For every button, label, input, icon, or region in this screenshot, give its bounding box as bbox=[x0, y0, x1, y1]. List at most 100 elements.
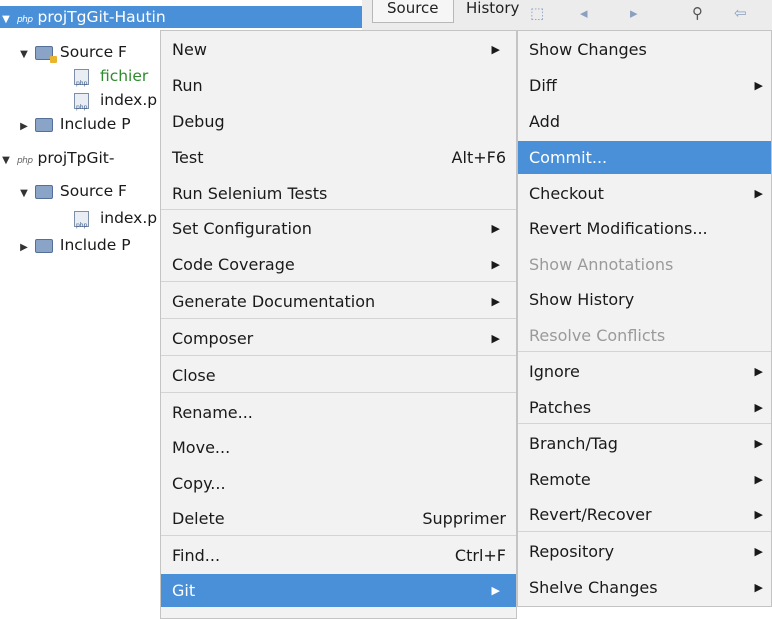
file-label: fichier bbox=[99, 67, 149, 85]
menu-item-delete[interactable]: Delete Supprimer bbox=[161, 502, 516, 535]
submenu-arrow-icon: ▶ bbox=[491, 295, 500, 308]
back-icon[interactable]: ◂ bbox=[580, 4, 588, 22]
menu-item-repository[interactable]: Repository ▶ bbox=[518, 535, 771, 568]
menu-item-label: Branch/Tag bbox=[529, 434, 618, 453]
menu-separator bbox=[518, 531, 771, 532]
source-tab-button[interactable]: Source bbox=[372, 0, 454, 23]
menu-item-label: Copy... bbox=[172, 474, 226, 493]
tree-source-files-2[interactable]: ▼ Source F bbox=[18, 180, 127, 202]
submenu-arrow-icon: ▶ bbox=[754, 473, 763, 486]
menu-item-resolve-conflicts: Resolve Conflicts bbox=[518, 319, 771, 352]
menu-separator bbox=[161, 355, 516, 356]
menu-item-label: Generate Documentation bbox=[172, 292, 376, 311]
search-icon[interactable]: ⚲ bbox=[692, 4, 703, 22]
source-folder-icon bbox=[34, 184, 53, 199]
source-folder-icon bbox=[34, 45, 57, 63]
menu-item-set-configuration[interactable]: Set Configuration ▶ bbox=[161, 212, 516, 245]
expand-arrow-icon[interactable]: ▼ bbox=[0, 9, 12, 31]
history-tab-button[interactable]: History bbox=[452, 0, 533, 22]
submenu-arrow-icon: ▶ bbox=[491, 332, 500, 345]
submenu-arrow-icon: ▶ bbox=[754, 401, 763, 414]
menu-item-label: Ignore bbox=[529, 362, 580, 381]
expand-arrow-icon[interactable]: ▼ bbox=[0, 150, 12, 172]
tree-project-1[interactable]: ▼ php projTgGit-Hautin bbox=[0, 6, 362, 28]
submenu-arrow-icon: ▶ bbox=[754, 79, 763, 92]
menu-item-debug[interactable]: Debug bbox=[161, 105, 516, 138]
menu-item-run[interactable]: Run bbox=[161, 69, 516, 102]
menu-item-commit[interactable]: Commit... bbox=[518, 141, 771, 174]
submenu-arrow-icon: ▶ bbox=[754, 581, 763, 594]
submenu-arrow-icon: ▶ bbox=[754, 187, 763, 200]
menu-separator bbox=[161, 392, 516, 393]
menu-item-label: Remote bbox=[529, 470, 591, 489]
menu-item-revert-modifications[interactable]: Revert Modifications... bbox=[518, 212, 771, 245]
include-path-label: Include P bbox=[59, 236, 131, 254]
git-submenu: Show Changes Diff ▶ Add Commit... Checkou… bbox=[517, 30, 772, 607]
tree-include-path-2[interactable]: ▶ Include P bbox=[18, 234, 131, 259]
menu-separator bbox=[161, 535, 516, 536]
menu-item-label: Diff bbox=[529, 76, 557, 95]
menu-item-diff[interactable]: Diff ▶ bbox=[518, 69, 771, 102]
project-1-label: projTgGit-Hautin bbox=[37, 8, 166, 26]
menu-item-label: Show History bbox=[529, 290, 635, 309]
menu-item-run-selenium[interactable]: Run Selenium Tests bbox=[161, 177, 516, 210]
menu-item-label: Show Changes bbox=[529, 40, 647, 59]
menu-item-label: Composer bbox=[172, 329, 254, 348]
php-file-icon bbox=[74, 210, 89, 237]
menu-item-add[interactable]: Add bbox=[518, 105, 771, 138]
source-files-label: Source F bbox=[59, 43, 127, 61]
php-project-icon: php bbox=[16, 156, 33, 166]
menu-item-label: Git bbox=[172, 581, 196, 600]
menu-item-move[interactable]: Move... bbox=[161, 431, 516, 464]
tree-file-index-2[interactable]: index.p bbox=[74, 207, 157, 237]
menu-separator bbox=[161, 209, 516, 210]
menu-item-label: Code Coverage bbox=[172, 255, 295, 274]
tree-file-index[interactable]: index.p bbox=[74, 89, 157, 119]
menu-item-code-coverage[interactable]: Code Coverage ▶ bbox=[161, 248, 516, 281]
tree-project-2[interactable]: ▼ php projTpGit- bbox=[0, 147, 114, 169]
menu-item-label: Find... bbox=[172, 546, 221, 565]
menu-item-generate-documentation[interactable]: Generate Documentation ▶ bbox=[161, 285, 516, 318]
menu-item-git[interactable]: Git ▶ bbox=[161, 574, 516, 607]
menu-item-label: Test bbox=[172, 148, 204, 167]
menu-item-close[interactable]: Close bbox=[161, 359, 516, 392]
context-menu: New ▶ Run Debug Test Alt+F6 Run Selenium T… bbox=[160, 30, 517, 619]
menu-item-label: Checkout bbox=[529, 184, 604, 203]
menu-item-label: Patches bbox=[529, 398, 592, 417]
expand-arrow-icon[interactable]: ▼ bbox=[18, 183, 30, 205]
menu-item-shelve-changes[interactable]: Shelve Changes ▶ bbox=[518, 571, 771, 604]
menu-item-find[interactable]: Find... Ctrl+F bbox=[161, 539, 516, 572]
collapse-arrow-icon[interactable]: ▶ bbox=[18, 116, 30, 138]
collapse-arrow-icon[interactable]: ▶ bbox=[18, 237, 30, 259]
expand-arrow-icon[interactable]: ▼ bbox=[18, 44, 30, 66]
menu-item-test[interactable]: Test Alt+F6 bbox=[161, 141, 516, 174]
shortcut-label: Alt+F6 bbox=[451, 148, 506, 167]
menu-item-show-history[interactable]: Show History bbox=[518, 283, 771, 316]
menu-item-new[interactable]: New ▶ bbox=[161, 33, 516, 66]
menu-item-show-annotations: Show Annotations bbox=[518, 248, 771, 281]
php-project-icon: php bbox=[16, 15, 33, 25]
menu-item-composer[interactable]: Composer ▶ bbox=[161, 322, 516, 355]
menu-item-label: New bbox=[172, 40, 207, 59]
tree-source-files-1[interactable]: ▼ Source F bbox=[18, 41, 127, 63]
menu-item-label: Revert Modifications... bbox=[529, 219, 708, 238]
submenu-arrow-icon: ▶ bbox=[491, 43, 500, 56]
submenu-arrow-icon: ▶ bbox=[491, 584, 500, 597]
tree-include-path-1[interactable]: ▶ Include P bbox=[18, 113, 130, 138]
menu-item-ignore[interactable]: Ignore ▶ bbox=[518, 355, 771, 388]
tree-file-fichier[interactable]: fichier bbox=[74, 65, 149, 95]
menu-item-copy[interactable]: Copy... bbox=[161, 467, 516, 500]
project-2-label: projTpGit- bbox=[37, 149, 115, 167]
menu-item-revert-recover[interactable]: Revert/Recover ▶ bbox=[518, 498, 771, 531]
menu-item-label: Run Selenium Tests bbox=[172, 184, 328, 203]
menu-item-rename[interactable]: Rename... bbox=[161, 396, 516, 429]
find-previous-icon[interactable]: ⇦ bbox=[734, 4, 747, 22]
editor-toolbar: Source History ⬚ ◂ ▸ ⚲ ⇦ bbox=[362, 0, 772, 31]
forward-icon[interactable]: ▸ bbox=[630, 4, 638, 22]
last-edit-icon[interactable]: ⬚ bbox=[530, 4, 544, 22]
menu-item-show-changes[interactable]: Show Changes bbox=[518, 33, 771, 66]
menu-item-patches[interactable]: Patches ▶ bbox=[518, 391, 771, 424]
menu-item-checkout[interactable]: Checkout ▶ bbox=[518, 177, 771, 210]
menu-item-remote[interactable]: Remote ▶ bbox=[518, 463, 771, 496]
menu-item-branch-tag[interactable]: Branch/Tag ▶ bbox=[518, 427, 771, 460]
